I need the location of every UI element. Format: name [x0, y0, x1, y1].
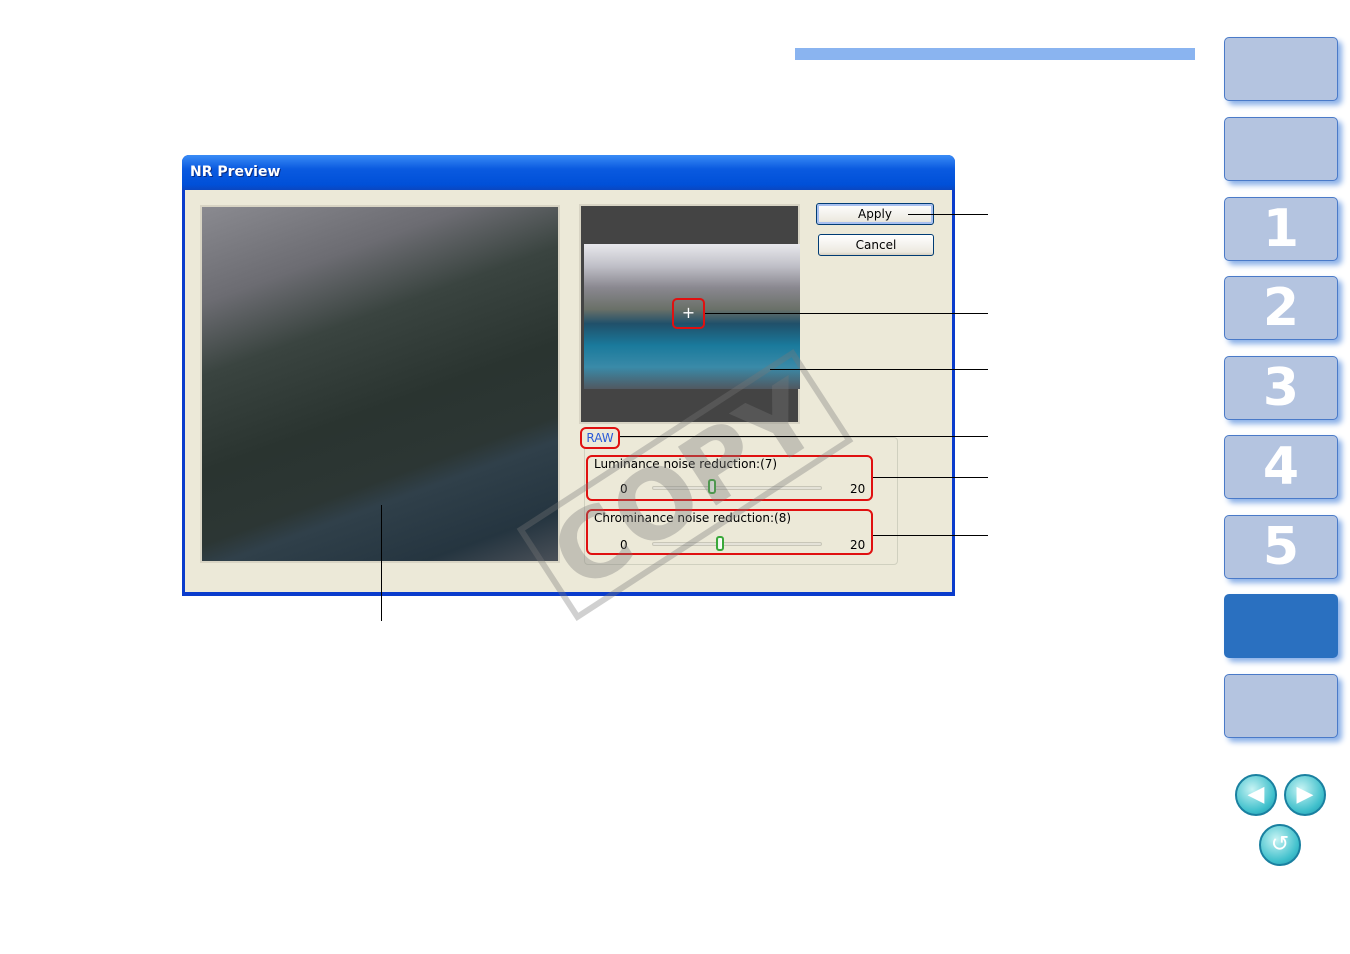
callout-line: [873, 477, 988, 478]
next-page-button[interactable]: ▶: [1284, 774, 1326, 816]
chrominance-max: 20: [850, 538, 866, 552]
preview-position-marker[interactable]: +: [672, 298, 705, 329]
callout-line: [908, 214, 988, 215]
chrominance-slider-group: Chrominance noise reduction:(8) 0 20: [586, 509, 873, 555]
callout-line: [381, 505, 382, 621]
luminance-slider[interactable]: [652, 486, 822, 490]
dialog-title: NR Preview: [190, 164, 281, 180]
callout-line: [770, 369, 988, 370]
return-button[interactable]: ↺: [1259, 824, 1301, 866]
chrominance-label: Chrominance noise reduction:(8): [594, 511, 792, 525]
chrominance-slider-thumb[interactable]: [716, 536, 724, 551]
luminance-max: 20: [850, 482, 866, 496]
sidebar-tab-3[interactable]: 3: [1224, 356, 1338, 420]
sidebar-tab-blank-0[interactable]: [1224, 37, 1338, 101]
chrominance-min: 0: [620, 538, 628, 552]
sidebar-tab-blank-1[interactable]: [1224, 117, 1338, 181]
sidebar-tab-blank-8[interactable]: [1224, 674, 1338, 738]
next-icon: ▶: [1296, 782, 1314, 807]
prev-icon: ◀: [1247, 782, 1265, 807]
callout-line: [873, 535, 988, 536]
sidebar-tab-5[interactable]: 5: [1224, 515, 1338, 579]
previous-page-button[interactable]: ◀: [1235, 774, 1277, 816]
return-icon: ↺: [1270, 832, 1290, 857]
sidebar-tab-2[interactable]: 2: [1224, 276, 1338, 340]
luminance-slider-thumb[interactable]: [707, 479, 716, 494]
raw-label: RAW: [580, 427, 620, 449]
luminance-label: Luminance noise reduction:(7): [594, 457, 778, 471]
callout-line: [620, 436, 988, 437]
sidebar-tab-blank-7[interactable]: [1224, 594, 1338, 658]
sidebar-tab-1[interactable]: 1: [1224, 197, 1338, 261]
header-bar: [795, 48, 1195, 60]
crosshair-icon: +: [681, 303, 696, 322]
cancel-button[interactable]: Cancel: [818, 234, 934, 256]
chrominance-slider[interactable]: [652, 542, 822, 546]
luminance-slider-group: Luminance noise reduction:(7) 0 20: [586, 455, 873, 501]
luminance-min: 0: [620, 482, 628, 496]
callout-line: [705, 313, 988, 314]
enlarged-preview-image[interactable]: [200, 205, 560, 563]
sidebar-tab-4[interactable]: 4: [1224, 435, 1338, 499]
title-bar[interactable]: NR Preview: [182, 155, 955, 190]
